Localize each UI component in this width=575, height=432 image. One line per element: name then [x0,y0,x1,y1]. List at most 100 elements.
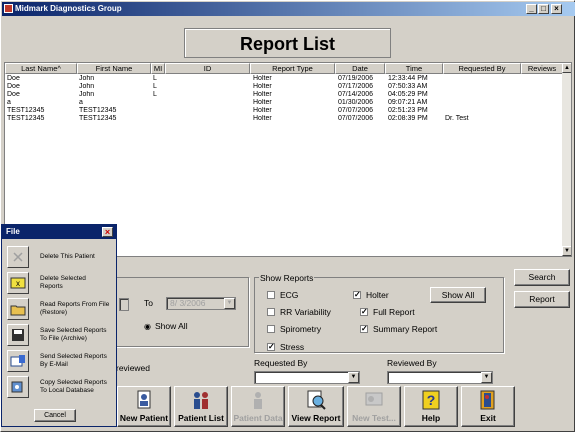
show-all-button[interactable]: Show All [430,287,486,303]
checkbox-ecg[interactable]: ECG [267,290,298,300]
checkbox-stress[interactable]: ✓ Stress [267,342,304,352]
from-date-dropdown[interactable] [119,298,129,311]
reviewed-label: reviewed [116,363,151,373]
col-report-type[interactable]: Report Type [250,63,335,74]
col-date[interactable]: Date [335,63,385,74]
cell-last-name: Doe [7,83,20,90]
chevron-down-icon[interactable]: ▼ [348,372,359,383]
view-report-button[interactable]: View Report [288,386,344,427]
patient-list-button[interactable]: Patient List [174,386,228,427]
archive-reports-item[interactable]: Save Selected Reports To File (Archive) [7,324,110,346]
checkbox-label: RR Variability [280,307,331,317]
reviewed-by-dropdown[interactable]: ▼ [387,371,493,384]
file-palette-title[interactable]: File [2,225,116,239]
email-reports-item[interactable]: Send Selected Reports By E-Mail [7,350,110,372]
patient-data-label: Patient Data [233,413,283,423]
copy-reports-label: Copy Selected Reports To Local Database [40,379,107,394]
to-date-picker[interactable]: 8/ 3/2006 ▼ [166,297,236,310]
new-test-icon [365,392,383,406]
col-last-name[interactable]: Last Name^ [5,63,77,74]
delete-patient-item[interactable]: Delete This Patient [7,246,110,268]
cell-time: 07:50:33 AM [388,83,428,90]
checkbox-summary-report[interactable]: ✓ Summary Report [360,324,437,334]
patient-list-label: Patient List [178,413,224,423]
show-all-radio-label: Show All [154,321,188,331]
col-requested-by[interactable]: Requested By [443,63,521,74]
scroll-down-icon[interactable]: ▼ [562,246,571,256]
cell-date: 07/19/2006 [338,75,374,82]
help-button[interactable]: ? Help [404,386,458,427]
table-row[interactable]: TEST12345 TEST12345 Holter 07/07/2006 02:51:… [5,107,563,115]
exit-door-icon [480,390,495,410]
col-reviews[interactable]: Reviews [521,63,563,74]
scroll-up-icon[interactable]: ▲ [562,63,571,73]
show-reports-legend: Show Reports [259,273,315,283]
cell-mi: L [153,91,157,98]
requested-by-label: Requested By [254,358,308,368]
col-time[interactable]: Time [385,63,443,74]
checkbox-label: Full Report [373,307,415,317]
report-button[interactable]: Report [514,291,570,308]
cell-date: 07/17/2006 [338,83,374,90]
close-button[interactable]: × [551,4,562,14]
checkbox-full-report[interactable]: ✓ Full Report [360,307,415,317]
checkbox-empty-icon [267,291,275,299]
cell-last-name: TEST12345 [7,107,45,114]
minimize-button[interactable]: _ [526,4,537,14]
cell-time: 09:07:21 AM [388,99,428,106]
vertical-scrollbar[interactable]: ▲ ▼ [562,63,571,256]
show-all-radio[interactable]: ◉ Show All [144,321,188,331]
delete-reports-icon: x [7,272,29,294]
delete-reports-item[interactable]: x Delete Selected Reports [7,272,110,294]
cell-mi: L [153,83,157,90]
search-button[interactable]: Search [514,269,570,286]
checkbox-rr-variability[interactable]: RR Variability [267,307,331,317]
delete-patient-label: Delete This Patient [40,253,95,260]
checkbox-empty-icon [267,325,275,333]
cell-report-type: Holter [253,107,272,114]
email-reports-label: Send Selected Reports By E-Mail [40,353,107,368]
exit-button[interactable]: Exit [461,386,515,427]
col-first-name[interactable]: First Name [77,63,151,74]
table-header: Last Name^ First Name MI ID Report Type … [5,63,563,74]
cell-id [165,75,250,83]
table-row[interactable]: Doe John L Holter 07/19/2006 12:33:44 PM [5,75,563,83]
table-row[interactable]: TEST12345 TEST12345 Holter 07/07/2006 02:08:… [5,115,563,123]
cell-report-type: Holter [253,115,272,122]
cancel-button[interactable]: Cancel [34,409,76,422]
svg-text:x: x [16,279,20,288]
cell-first-name: John [79,75,95,82]
checkmark-icon: ✓ [353,290,361,299]
chevron-down-icon[interactable]: ▼ [481,372,492,383]
table-row[interactable]: Doe John L Holter 07/14/2006 04:05:29 PM [5,91,563,99]
new-patient-button[interactable]: New Patient [117,386,171,427]
close-icon[interactable]: × [102,227,113,237]
cell-report-type: Holter [253,75,272,82]
requested-by-dropdown[interactable]: ▼ [254,371,360,384]
checkbox-holter[interactable]: ✓ Holter [353,290,389,300]
chevron-down-icon[interactable]: ▼ [224,298,235,309]
table-row[interactable]: a a Holter 01/30/2006 09:07:21 AM [5,99,563,107]
copy-reports-item[interactable]: Copy Selected Reports To Local Database [7,376,110,398]
cell-report-type: Holter [253,91,272,98]
new-patient-icon [137,390,151,409]
checkmark-icon: ✓ [267,342,275,351]
email-icon [7,350,29,372]
restore-reports-item[interactable]: Read Reports From File (Restore) [7,298,110,320]
maximize-button[interactable]: □ [538,4,549,14]
checkbox-empty-icon [267,308,275,316]
cell-first-name: John [79,83,95,90]
new-test-label: New Test... [352,413,396,423]
checkmark-icon: ✓ [360,324,368,333]
cell-date: 07/14/2006 [338,91,374,98]
table-row[interactable]: Doe John L Holter 07/17/2006 07:50:33 AM [5,83,563,91]
col-id[interactable]: ID [165,63,250,74]
cell-reviews [521,115,563,123]
file-palette-title-text: File [6,227,20,236]
title-bar[interactable]: Midmark Diagnostics Group _ □ × [2,2,575,16]
cell-first-name: TEST12345 [79,115,117,122]
checkbox-spirometry[interactable]: Spirometry [267,324,321,334]
cell-mi: L [153,75,157,82]
cell-reviews [521,83,563,91]
col-mi[interactable]: MI [151,63,165,74]
